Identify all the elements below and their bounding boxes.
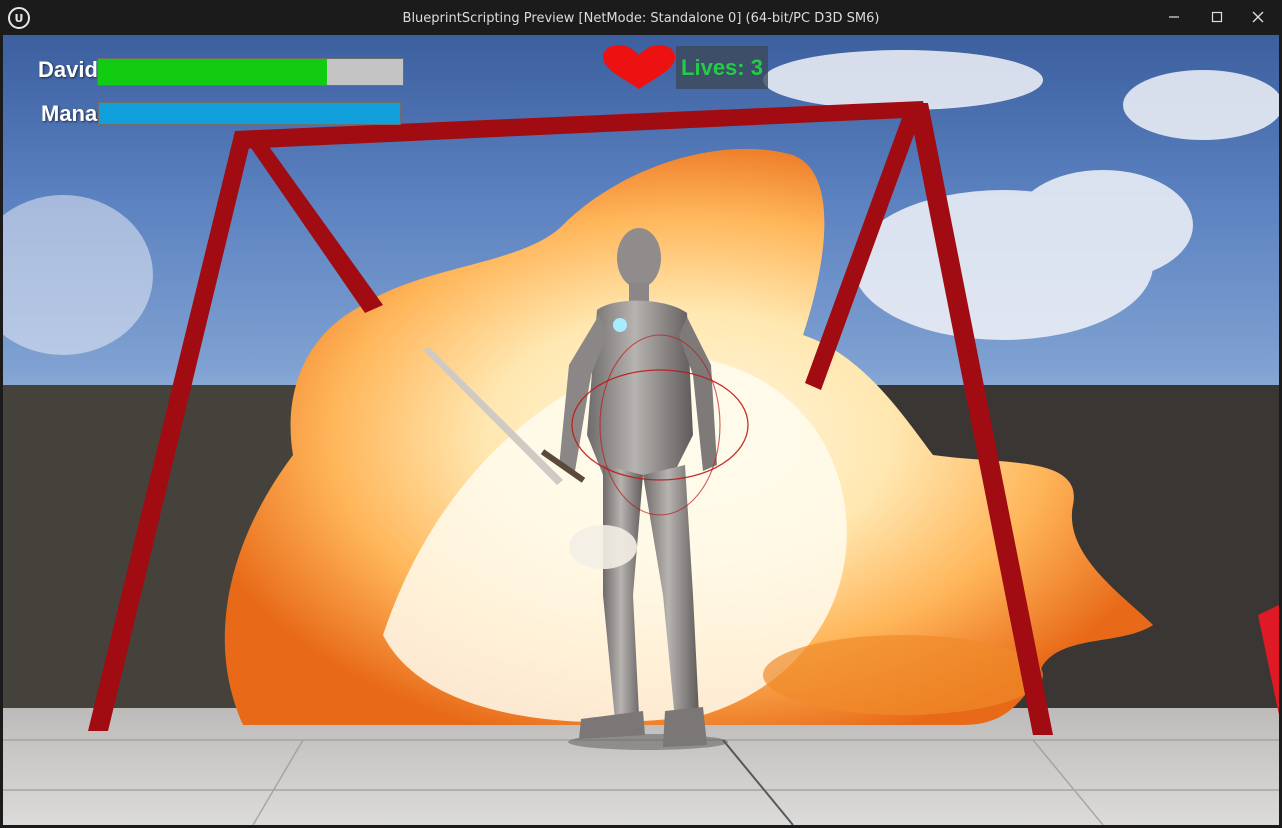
game-viewport[interactable]: David Mana Lives: 3 bbox=[3, 35, 1279, 825]
health-bar-fill bbox=[98, 59, 327, 85]
lives-counter: Lives: 3 bbox=[676, 46, 768, 89]
maximize-icon bbox=[1211, 11, 1223, 22]
mana-bar bbox=[98, 102, 401, 125]
heart-icon bbox=[603, 45, 675, 89]
title-bar[interactable]: U BlueprintScripting Preview [NetMode: S… bbox=[0, 0, 1282, 35]
lives-text: Lives: 3 bbox=[681, 54, 763, 80]
maximize-button[interactable] bbox=[1196, 0, 1238, 33]
player-name-label: David bbox=[38, 57, 98, 82]
health-bar bbox=[97, 58, 404, 86]
game-window: U BlueprintScripting Preview [NetMode: S… bbox=[0, 0, 1282, 828]
close-icon bbox=[1252, 11, 1264, 22]
mana-bar-fill bbox=[99, 103, 400, 124]
mana-label: Mana bbox=[41, 101, 98, 126]
minimize-icon bbox=[1169, 15, 1179, 18]
game-scene bbox=[3, 50, 1279, 825]
close-button[interactable] bbox=[1237, 0, 1279, 33]
window-title: BlueprintScripting Preview [NetMode: Sta… bbox=[402, 11, 880, 26]
minimize-button[interactable] bbox=[1153, 0, 1195, 33]
